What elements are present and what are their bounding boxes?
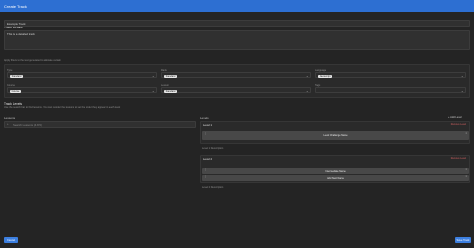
level-2-item[interactable]: ⋮ Intermediate Name ×	[202, 168, 469, 174]
drag-handle-icon[interactable]: ⋮	[204, 132, 207, 135]
chevron-down-icon: ⌄	[305, 74, 309, 78]
chevron-down-icon: ⌄	[460, 74, 464, 78]
remove-level-2-button[interactable]: Remove Level	[451, 157, 466, 160]
track-name-field[interactable]: Example Track	[4, 20, 470, 27]
level-1-panel: Level 1 Remove Level ⋮ Level Challenge N…	[200, 121, 470, 144]
type-chip: Standard	[10, 74, 23, 79]
chevron-down-icon: ⌄	[305, 89, 309, 93]
drag-handle-icon[interactable]: ⋮	[204, 168, 207, 171]
course-chip: Course	[10, 89, 21, 94]
drag-handle-icon[interactable]: ⋮	[204, 175, 207, 178]
search-icon: ⌕	[7, 123, 9, 126]
close-icon[interactable]: ×	[465, 175, 467, 178]
course-select[interactable]: Course ⌄	[7, 87, 157, 94]
language-chip: Javascript	[318, 74, 332, 79]
lesson-type-chip: Standard	[164, 89, 177, 94]
search-placeholder: Search Lessons (4.8.5)	[13, 123, 42, 127]
level-2-panel: Level 2 Remove Level ⋮ Intermediate Name…	[200, 155, 470, 183]
filters-subtext: Apply filters to the test generated to a…	[4, 59, 61, 62]
rank-chip: Standard	[164, 74, 177, 79]
remove-level-1-button[interactable]: Remove Level	[451, 123, 466, 126]
language-select[interactable]: Javascript ⌄	[315, 72, 466, 79]
chevron-down-icon: ⌄	[151, 89, 155, 93]
title-bar: Create Track	[0, 0, 474, 12]
level-1-title: Level 1	[203, 123, 213, 127]
level-1-description: Level 1 Description	[202, 147, 224, 150]
level-2-description: Level 2 Description	[202, 186, 224, 189]
chevron-down-icon: ⌄	[460, 89, 464, 93]
type-select[interactable]: Standard ⌄	[7, 72, 157, 79]
track-levels-subtext: Use the search bar to find lessons. You …	[4, 106, 121, 109]
cancel-button[interactable]: Cancel	[4, 237, 18, 243]
tags-select[interactable]: ⌄	[315, 87, 466, 93]
level-2-title: Level 2	[203, 157, 213, 161]
window-title: Create Track	[4, 3, 27, 9]
add-level-button[interactable]: + Add Level	[448, 116, 462, 119]
close-icon[interactable]: ×	[465, 132, 467, 135]
save-track-button[interactable]: Save Track	[455, 237, 471, 243]
create-track-window: Create Track Track Details Example Track…	[0, 0, 474, 248]
close-icon[interactable]: ×	[465, 168, 467, 171]
chevron-down-icon: ⌄	[151, 74, 155, 78]
level-1-item[interactable]: ⋮ Level Challenge Name ×	[202, 131, 469, 140]
lessons-label: Lessons	[4, 116, 16, 120]
lesson-search-input[interactable]: ⌕ Search Lessons (4.8.5)	[4, 121, 196, 128]
level-2-item[interactable]: ⋮ Add Next Name ×	[202, 175, 469, 181]
track-description-field[interactable]: This is a detailed track	[4, 30, 470, 50]
rank-select[interactable]: Standard ⌄	[161, 72, 311, 79]
lesson-type-select[interactable]: Standard ⌄	[161, 87, 311, 94]
levels-label: Levels	[200, 116, 209, 120]
